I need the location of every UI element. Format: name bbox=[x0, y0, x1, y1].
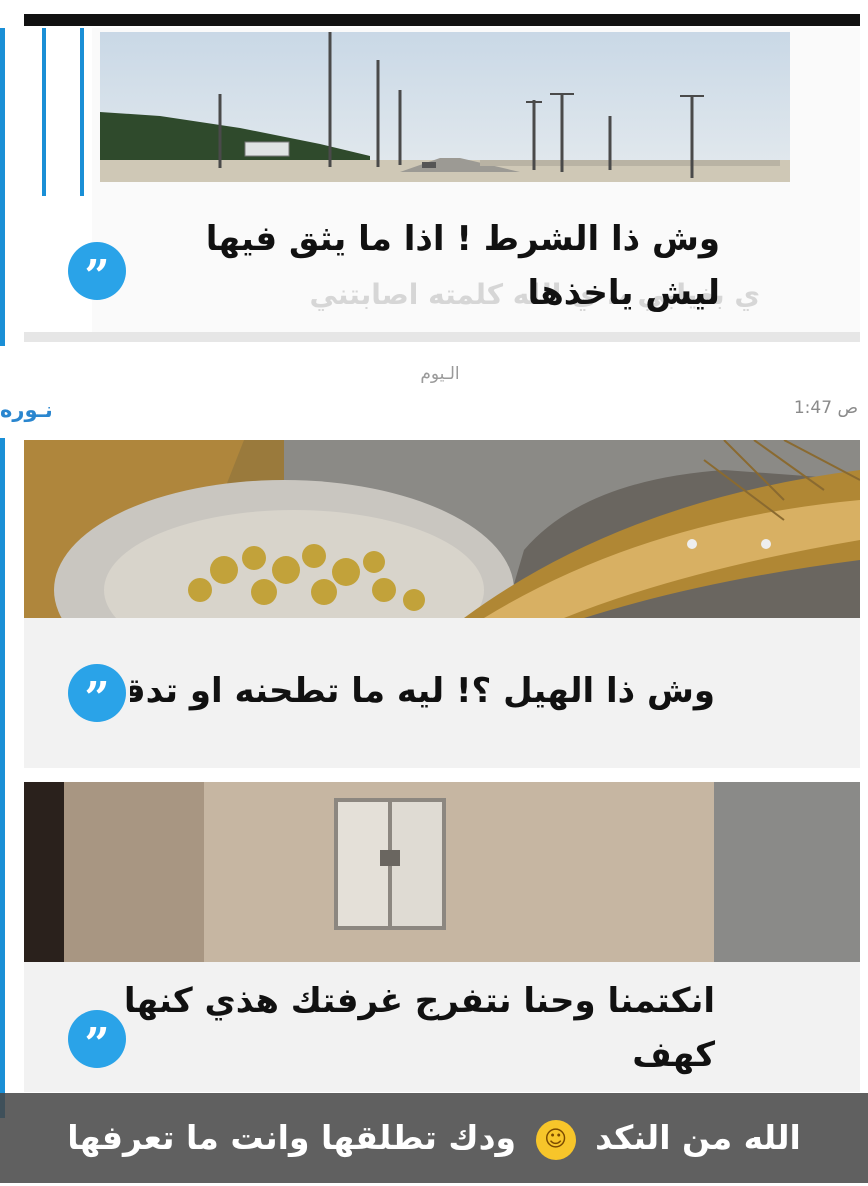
quote-text-1: وش ذا الشرط ! اذا ما يثق فيها ليش ياخذها bbox=[205, 219, 720, 313]
quote-icon[interactable]: ” bbox=[68, 242, 126, 302]
message-image-road[interactable] bbox=[100, 32, 790, 182]
quote-text-3: انكتمنا وحنا نتفرج غرفتك هذي كنها كهف bbox=[123, 981, 715, 1075]
quote-icon[interactable]: ” bbox=[68, 664, 126, 724]
day-separator: الـيوم bbox=[420, 364, 460, 384]
reply-line-inner bbox=[80, 28, 84, 196]
quote-text-2: وش ذا الهيل ؟! ليه ما تطحنه او تدقه bbox=[130, 671, 715, 711]
caption-text-before: الله من النكد bbox=[595, 1118, 801, 1157]
divider bbox=[24, 332, 860, 342]
caption-bar: الله من النكد ☺ ودك تطلقها وانت ما تعرفه… bbox=[0, 1093, 868, 1183]
chat-screenshot: ي بغيابي ،، ي الله كلمته اصابتني وش ذا ا… bbox=[0, 0, 868, 1186]
top-bar bbox=[24, 14, 860, 26]
left-border-line bbox=[0, 28, 5, 346]
message-image-room[interactable] bbox=[24, 782, 860, 962]
caption-text-after: ودك تطلقها وانت ما تعرفها bbox=[67, 1118, 517, 1157]
message-image-cardamom[interactable] bbox=[24, 440, 860, 618]
left-border-line-2 bbox=[0, 438, 5, 1118]
reply-line bbox=[42, 28, 46, 196]
message-time: 1:47 ص bbox=[793, 398, 858, 418]
sender-name[interactable]: نـوره bbox=[0, 398, 53, 422]
quote-icon[interactable]: ” bbox=[68, 1010, 126, 1070]
grinning-sweat-emoji-icon: ☺ bbox=[535, 1119, 576, 1160]
